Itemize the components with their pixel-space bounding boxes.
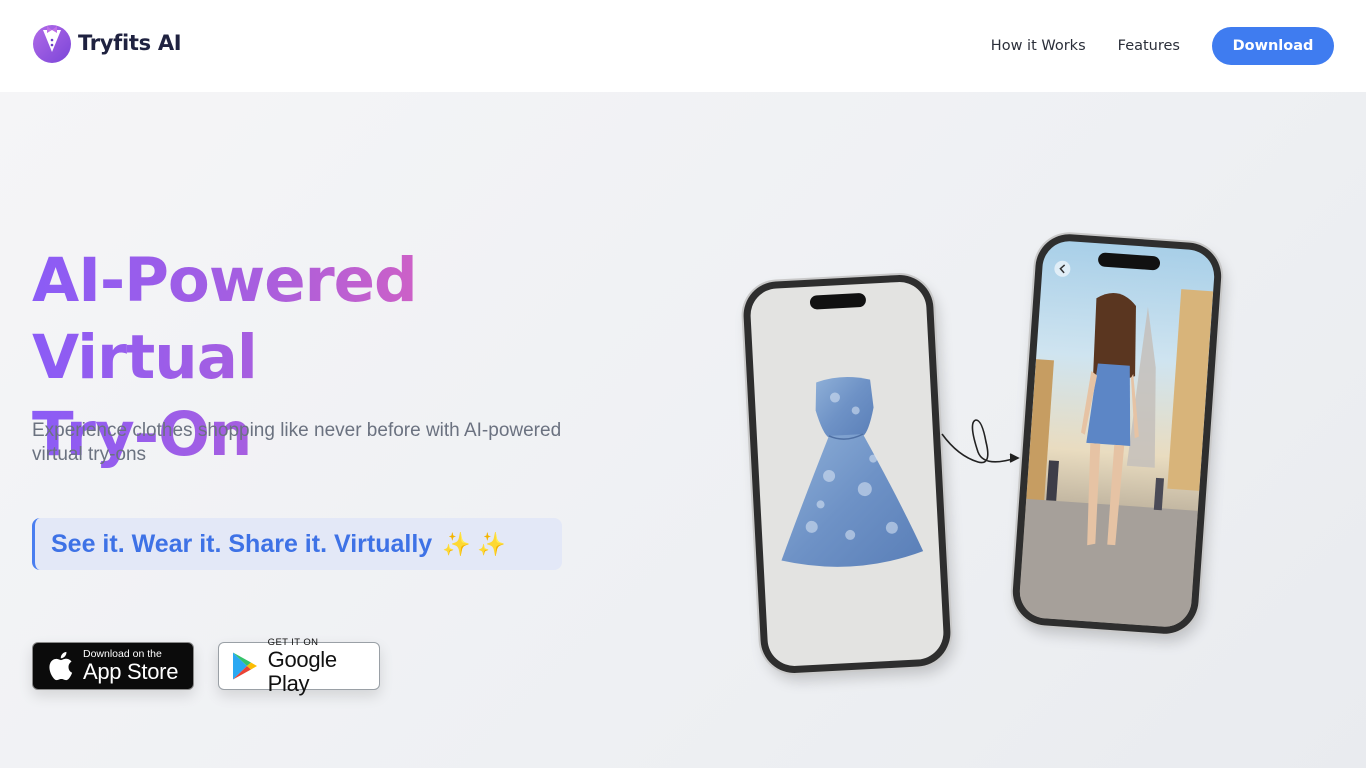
tagline-callout: See it. Wear it. Share it. Virtually ✨ ✨	[32, 518, 562, 570]
phone-mockup-product	[741, 273, 953, 675]
curly-arrow-icon	[941, 419, 1020, 464]
back-arrow-icon	[1054, 260, 1071, 277]
app-store-big-text: App Store	[83, 658, 179, 684]
nav-features[interactable]: Features	[1118, 38, 1180, 54]
hero-subtitle: Experience clothes shopping like never b…	[32, 420, 562, 465]
app-store-button[interactable]: Download on the App Store	[32, 642, 194, 690]
product-screen	[749, 280, 945, 668]
tagline: See it. Wear it. Share it. Virtually ✨ ✨	[51, 530, 506, 559]
brand-name: Tryfits AI	[78, 31, 182, 55]
tryon-screen	[1018, 239, 1216, 629]
google-play-icon	[231, 649, 260, 683]
tuxedo-logo-icon	[33, 25, 71, 63]
google-play-small-text: GET IT ON	[267, 636, 319, 648]
headline-line-1: AI-Powered Virtual	[32, 245, 417, 393]
tryon-photo	[1018, 260, 1214, 629]
download-button[interactable]: Download	[1212, 27, 1334, 65]
google-play-big-text: Google Play	[267, 646, 337, 696]
dress-image	[781, 377, 924, 567]
hero-section: AI-Powered Virtual Try-On Experience clo…	[0, 92, 1366, 768]
main-nav: How it Works Features Download	[991, 27, 1334, 65]
phone-mockup-tryon	[1010, 231, 1224, 637]
apple-icon	[45, 649, 75, 683]
tagline-text: See it. Wear it. Share it. Virtually	[51, 530, 433, 558]
sparkle-icon: ✨ ✨	[442, 531, 506, 557]
site-header: Tryfits AI How it Works Features Downloa…	[0, 0, 1366, 92]
app-store-small-text: Download on the	[83, 647, 162, 660]
google-play-button[interactable]: GET IT ON Google Play	[218, 637, 380, 695]
brand-logo[interactable]: Tryfits AI	[32, 22, 182, 64]
nav-how-it-works[interactable]: How it Works	[991, 38, 1086, 54]
